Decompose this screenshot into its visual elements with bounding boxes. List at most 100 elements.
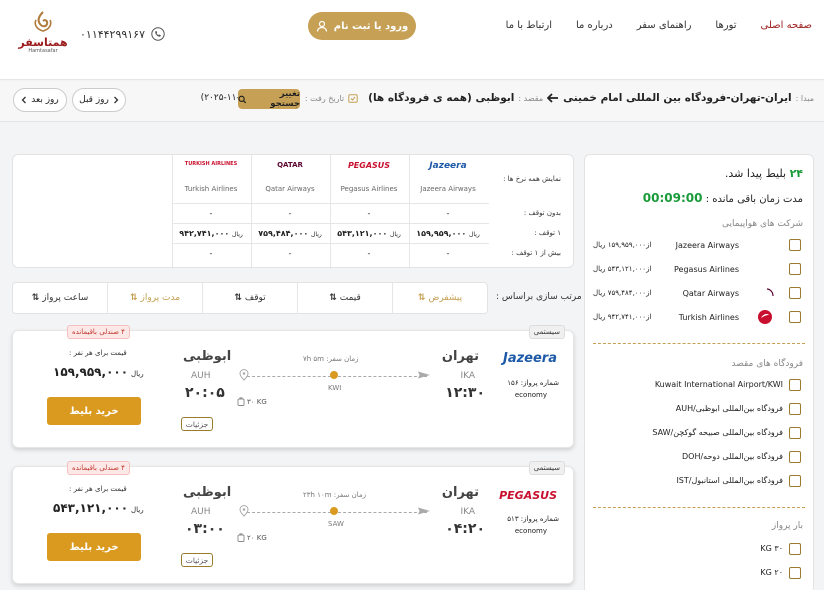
nav-contact[interactable]: ارتباط با ما xyxy=(506,20,552,31)
sort-label: مرتب سازی براساس : xyxy=(496,292,582,302)
airplane-icon xyxy=(417,505,431,520)
matrix-cell-price[interactable]: ریال ۷۵۹,۴۸۴,۰۰۰ xyxy=(251,229,329,238)
remaining-time: مدت زمان باقی مانده : 00:09:00 xyxy=(643,191,803,205)
logo-subtext: Hamtasafar xyxy=(28,48,58,54)
baggage-allowance: ۳۰ KG xyxy=(237,397,267,406)
sort-time[interactable]: ساعت پرواز ⇅ xyxy=(13,283,107,313)
phone-icon xyxy=(151,27,165,41)
matrix-price: ۹۴۲,۷۴۱,۰۰۰ xyxy=(179,229,230,238)
airline-checkbox-qatar[interactable] xyxy=(789,287,801,299)
buy-ticket-button[interactable]: خرید بلیط xyxy=(47,533,141,561)
matrix-col-jazeera[interactable]: Jazeera Jazeera Airways - ریال ۱۵۹,۹۵۹,۰… xyxy=(409,155,487,269)
airport-checkbox-auh[interactable] xyxy=(789,403,801,415)
sort-option-label: توقف xyxy=(244,293,266,303)
matrix-cell-price[interactable]: ریال ۵۴۳,۱۲۱,۰۰۰ xyxy=(330,229,408,238)
price-value: ۵۴۳,۱۲۱,۰۰۰ xyxy=(53,501,129,515)
airport-checkbox-saw[interactable] xyxy=(789,427,801,439)
sort-option-label: پیشفرض xyxy=(428,293,463,303)
origin-code: IKA xyxy=(460,371,475,381)
airports-filter-title: فرودگاه های مقصد xyxy=(731,359,803,369)
matrix-price: ۱۵۹,۹۵۹,۰۰۰ xyxy=(416,229,467,238)
matrix-airline-name: Qatar Airways xyxy=(265,185,315,193)
location-pin-icon xyxy=(239,505,249,520)
travel-duration: زمان سفر: ۷h ۵m xyxy=(303,355,359,363)
login-button[interactable]: ورود یا ثبت نام xyxy=(308,12,416,40)
change-search-button[interactable]: تغییر جستجو xyxy=(238,89,300,109)
sort-arrows-icon: ⇅ xyxy=(129,293,138,303)
baggage-filter-title: بار پرواز xyxy=(771,521,803,531)
buy-ticket-button[interactable]: خرید بلیط xyxy=(47,397,141,425)
matrix-cell: - xyxy=(209,209,213,218)
site-header: صفحه اصلی تورها راهنمای سفر درباره ما ار… xyxy=(0,0,824,80)
sort-stops[interactable]: توقف ⇅ xyxy=(202,283,297,313)
matrix-col-turkish[interactable]: TURKISH AIRLINES Turkish Airlines - ریال… xyxy=(172,155,250,269)
nav-travel-guide[interactable]: راهنمای سفر xyxy=(637,20,692,31)
airline-name: Pegasus Airlines xyxy=(674,265,739,274)
flight-card[interactable]: سیستمی ۴ صندلی باقیمانده Jazeera شماره پ… xyxy=(12,325,574,448)
airport-checkbox-kwi[interactable] xyxy=(789,379,801,391)
airport-checkbox-ist[interactable] xyxy=(789,475,801,487)
airline-logo-icon: Jazeera xyxy=(503,351,557,366)
flight-card[interactable]: سیستمی ۴ صندلی باقیمانده PEGASUS شماره پ… xyxy=(12,461,574,584)
sort-default[interactable]: پیشفرض ⇅ xyxy=(392,283,487,313)
matrix-label-one-stop: ۱ توقف : xyxy=(534,229,561,237)
destination-code: AUH xyxy=(191,507,211,517)
airline-checkbox-turkish[interactable] xyxy=(789,311,801,323)
origin-city: تهران xyxy=(441,349,479,364)
stopover-airport: SAW xyxy=(328,520,344,528)
airline-checkbox-pegasus[interactable] xyxy=(789,263,801,275)
sort-arrows-icon: ⇅ xyxy=(234,293,242,303)
details-button[interactable]: جزئیات xyxy=(181,553,213,567)
destination-code: AUH xyxy=(191,371,211,381)
results-count: ۲۴ بلیط پیدا شد. xyxy=(725,167,803,180)
airport-checkbox-doh[interactable] xyxy=(789,451,801,463)
divider xyxy=(593,343,805,344)
airline-checkbox-jazeera[interactable] xyxy=(789,239,801,251)
baggage-allowance: ۲۰ KG xyxy=(237,533,267,542)
sort-duration[interactable]: مدت پرواز ⇅ xyxy=(107,283,202,313)
ticket-price: ریال ۵۴۳,۱۲۱,۰۰۰ xyxy=(53,501,144,515)
sort-arrows-icon: ⇅ xyxy=(329,293,337,303)
sort-option-label: ساعت پرواز xyxy=(42,293,89,303)
baggage-checkbox-30[interactable] xyxy=(789,543,801,555)
airport-name: فرودگاه بین‌المللی ابوظبی/AUH xyxy=(675,404,783,413)
jazeera-logo-icon: Jazeera xyxy=(429,161,467,171)
destination-city: ابوظبی xyxy=(183,485,232,500)
airline-name: Turkish Airlines xyxy=(678,313,739,322)
stop-dot-icon xyxy=(330,371,338,379)
flight-number: شماره پرواز: ۵۱۳ xyxy=(507,515,559,523)
sort-price[interactable]: قیمت ⇅ xyxy=(297,283,392,313)
matrix-label-more: بیش از ۱ توقف : xyxy=(511,249,562,257)
chevron-left-icon xyxy=(21,96,27,104)
rial-label: ریال xyxy=(390,231,401,238)
chevron-right-icon xyxy=(113,96,119,104)
support-phone[interactable]: ۰۱۱۴۴۲۹۹۱۶۷ xyxy=(80,27,165,41)
airline-price-matrix: نمایش همه نرخ ها : بدون توقف : ۱ توقف : … xyxy=(12,154,574,269)
site-logo[interactable]: همتاسفر Hamtasafar xyxy=(18,10,68,54)
price-value: ۱۵۹,۹۵۹,۰۰۰ xyxy=(53,365,129,379)
pegasus-logo-icon: PEGASUS xyxy=(347,161,391,170)
rial-label: ریال xyxy=(232,231,243,238)
nav-tours[interactable]: تورها xyxy=(715,20,736,31)
matrix-col-pegasus[interactable]: PEGASUS Pegasus Airlines - ریال ۵۴۳,۱۲۱,… xyxy=(330,155,408,269)
sort-option-label: قیمت xyxy=(339,293,361,303)
search-icon xyxy=(238,95,247,103)
matrix-cell-price[interactable]: ریال ۹۴۲,۷۴۱,۰۰۰ xyxy=(172,229,250,238)
baggage-value: ۳۰ KG xyxy=(247,397,267,406)
travel-duration: زمان سفر: ۲۳h ۱۰m xyxy=(303,491,367,499)
sort-option-label: مدت پرواز xyxy=(140,293,181,303)
airline-name: Qatar Airways xyxy=(682,289,739,298)
nav-home[interactable]: صفحه اصلی xyxy=(761,20,812,31)
cabin-class: economy xyxy=(514,391,547,399)
prev-day-button[interactable]: روز قبل xyxy=(72,88,126,112)
nav-about[interactable]: درباره ما xyxy=(576,20,613,31)
system-badge: سیستمی xyxy=(528,325,565,339)
baggage-checkbox-20[interactable] xyxy=(789,567,801,579)
arrow-left-icon xyxy=(547,93,559,103)
next-day-button[interactable]: روز بعد xyxy=(13,88,67,112)
matrix-col-qatar[interactable]: QATAR Qatar Airways - ریال ۷۵۹,۴۸۴,۰۰۰ - xyxy=(251,155,329,269)
details-button[interactable]: جزئیات xyxy=(181,417,213,431)
currency-label: ریال xyxy=(131,370,144,378)
matrix-cell-price[interactable]: ریال ۱۵۹,۹۵۹,۰۰۰ xyxy=(409,229,487,238)
airline-logo-icon: PEGASUS xyxy=(499,489,557,502)
